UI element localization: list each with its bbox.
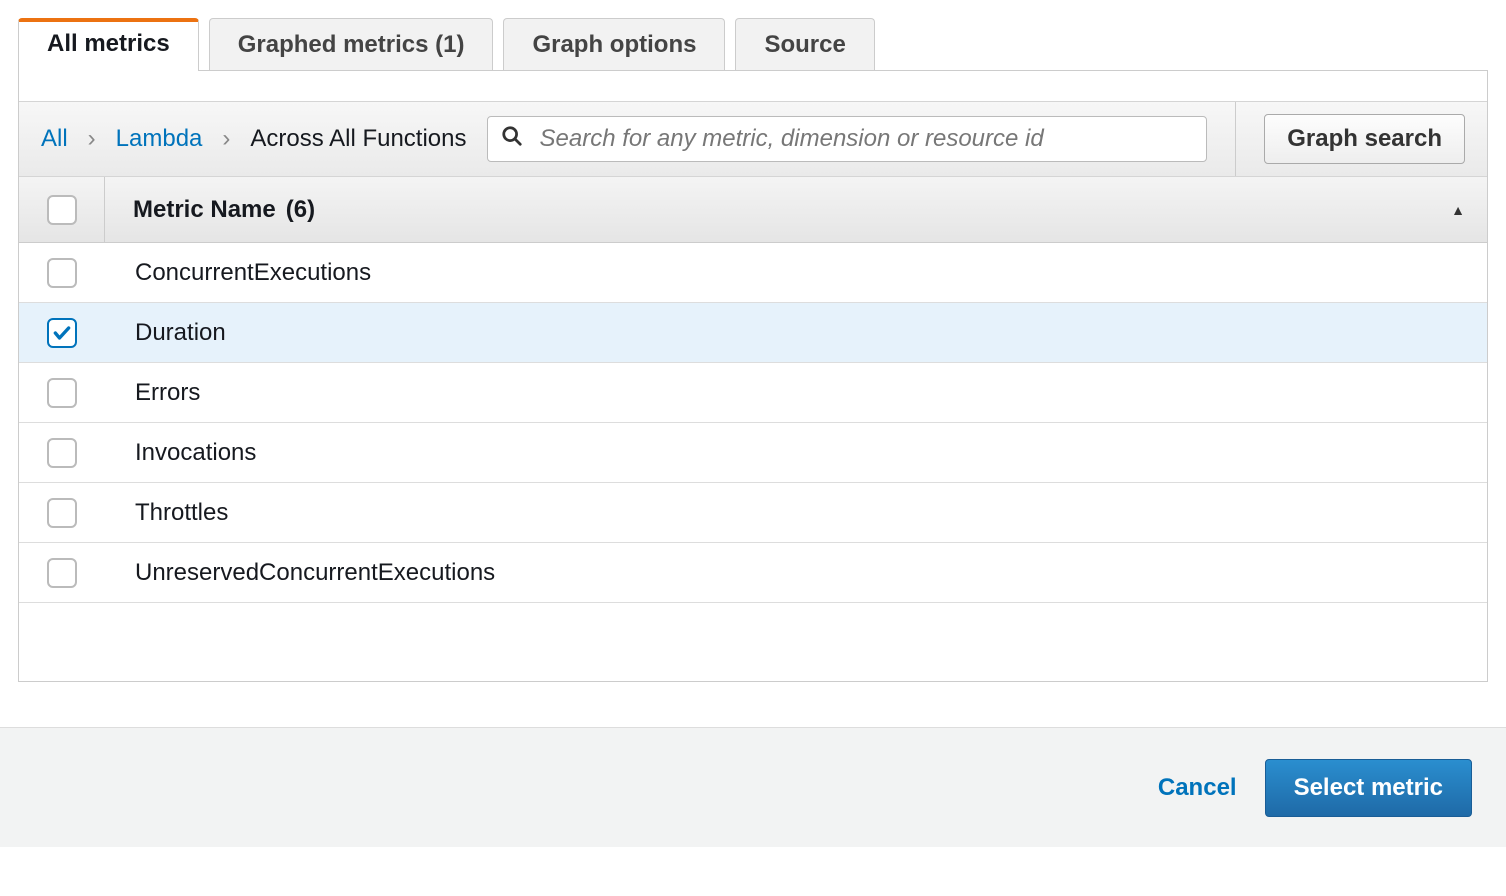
graph-search-button[interactable]: Graph search — [1264, 114, 1465, 164]
column-label: Metric Name — [133, 196, 276, 224]
row-checkbox-cell — [19, 543, 105, 602]
table-row[interactable]: Invocations — [19, 423, 1487, 483]
search-input[interactable] — [487, 116, 1208, 162]
table-body: ConcurrentExecutions Duration Errors Invoca… — [19, 243, 1487, 603]
row-checkbox-cell — [19, 423, 105, 482]
breadcrumb-lambda[interactable]: Lambda — [116, 125, 203, 153]
column-count: (6) — [286, 196, 315, 224]
table-row[interactable]: Throttles — [19, 483, 1487, 543]
toolbar-divider — [1235, 102, 1236, 176]
footer: Cancel Select metric — [0, 727, 1506, 847]
cancel-button[interactable]: Cancel — [1158, 774, 1237, 802]
metric-name: Throttles — [105, 499, 258, 527]
row-checkbox-cell — [19, 303, 105, 362]
table-row[interactable]: UnreservedConcurrentExecutions — [19, 543, 1487, 603]
tab-graphed-metrics[interactable]: Graphed metrics (1) — [209, 18, 494, 71]
table-row[interactable]: Errors — [19, 363, 1487, 423]
metric-name: ConcurrentExecutions — [105, 259, 401, 287]
tabs-bar: All metrics Graphed metrics (1) Graph op… — [0, 0, 1506, 71]
tab-source[interactable]: Source — [735, 18, 874, 71]
table-row[interactable]: Duration — [19, 303, 1487, 363]
table-row[interactable]: ConcurrentExecutions — [19, 243, 1487, 303]
metric-name: Errors — [105, 379, 230, 407]
column-metric-name[interactable]: Metric Name (6) ▲ — [105, 177, 1487, 242]
row-checkbox[interactable] — [47, 258, 77, 288]
metric-name: Duration — [105, 319, 256, 347]
sort-asc-icon: ▲ — [1451, 202, 1465, 218]
tab-graph-options[interactable]: Graph options — [503, 18, 725, 71]
breadcrumb-current: Across All Functions — [250, 125, 466, 153]
header-checkbox-cell — [19, 177, 105, 242]
table-header: Metric Name (6) ▲ — [19, 177, 1487, 243]
row-checkbox[interactable] — [47, 558, 77, 588]
row-checkbox-cell — [19, 243, 105, 302]
row-checkbox[interactable] — [47, 438, 77, 468]
select-metric-button[interactable]: Select metric — [1265, 759, 1472, 817]
row-checkbox[interactable] — [47, 378, 77, 408]
breadcrumb-all[interactable]: All — [41, 125, 68, 153]
toolbar: All › Lambda › Across All Functions Grap… — [19, 101, 1487, 177]
search-icon — [501, 125, 523, 153]
row-checkbox[interactable] — [47, 318, 77, 348]
tab-all-metrics[interactable]: All metrics — [18, 18, 199, 71]
metrics-panel: All › Lambda › Across All Functions Grap… — [18, 70, 1488, 682]
metric-name: Invocations — [105, 439, 286, 467]
row-checkbox[interactable] — [47, 498, 77, 528]
row-checkbox-cell — [19, 363, 105, 422]
breadcrumb: All › Lambda › Across All Functions — [41, 125, 467, 153]
select-all-checkbox[interactable] — [47, 195, 77, 225]
chevron-right-icon: › — [222, 125, 230, 153]
table-filler — [19, 603, 1487, 681]
metric-name: UnreservedConcurrentExecutions — [105, 559, 525, 587]
chevron-right-icon: › — [88, 125, 96, 153]
search-wrap — [487, 116, 1208, 162]
row-checkbox-cell — [19, 483, 105, 542]
